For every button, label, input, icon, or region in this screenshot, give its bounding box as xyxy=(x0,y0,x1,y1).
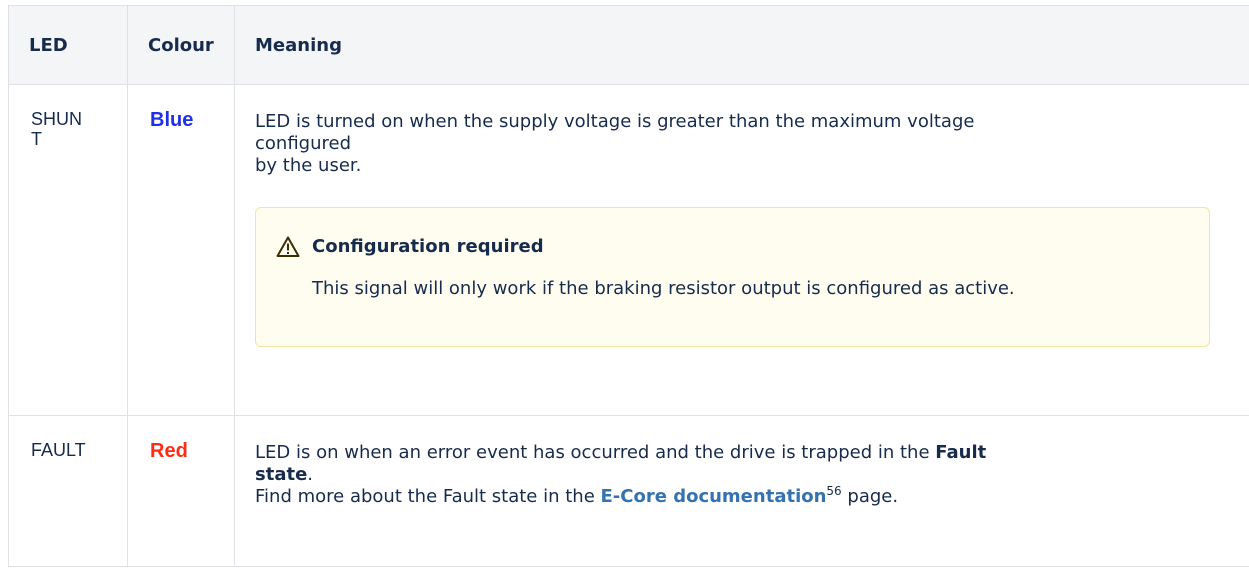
colour-value: Red xyxy=(150,440,188,462)
led-name: FAULT xyxy=(31,440,86,460)
meaning-text: LED is on when an error event has occurr… xyxy=(255,442,987,463)
header-led-label: LED xyxy=(29,34,68,56)
cell-meaning: LED is turned on when the supply voltage… xyxy=(234,84,1249,416)
table-row: SHUN T Blue LED is turned on when the sup… xyxy=(8,84,1249,416)
header-meaning: Meaning xyxy=(234,5,1249,85)
meaning-text: state. xyxy=(255,464,314,485)
header-meaning-label: Meaning xyxy=(255,34,342,56)
warning-panel: Configuration required This signal will … xyxy=(255,207,1210,347)
header-led: LED xyxy=(8,5,128,85)
cell-led: FAULT xyxy=(8,415,128,567)
led-table: LED Colour Meaning SHUN T Blue LED is tur… xyxy=(8,5,1249,567)
header-colour: Colour xyxy=(127,5,235,85)
cell-colour: Blue xyxy=(127,84,235,416)
warning-triangle-icon xyxy=(276,235,300,259)
panel-body: This signal will only work if the brakin… xyxy=(312,278,1015,299)
e-core-documentation-link[interactable]: E-Core documentation xyxy=(601,486,827,507)
led-name: SHUN T xyxy=(31,109,83,149)
table-header-row: LED Colour Meaning xyxy=(8,5,1249,85)
cell-led: SHUN T xyxy=(8,84,128,416)
meaning-text: Find more about the Fault state in the E… xyxy=(255,484,899,507)
footnote-ref: 56 xyxy=(826,484,842,498)
cell-meaning: LED is on when an error event has occurr… xyxy=(234,415,1249,567)
panel-title: Configuration required xyxy=(312,236,544,257)
header-colour-label: Colour xyxy=(148,34,214,56)
colour-value: Blue xyxy=(150,109,194,131)
meaning-text: LED is turned on when the supply voltage… xyxy=(255,111,975,132)
cell-colour: Red xyxy=(127,415,235,567)
meaning-text: configured xyxy=(255,133,351,154)
table-row: FAULT Red LED is on when an error event … xyxy=(8,415,1249,567)
meaning-text: by the user. xyxy=(255,155,362,176)
